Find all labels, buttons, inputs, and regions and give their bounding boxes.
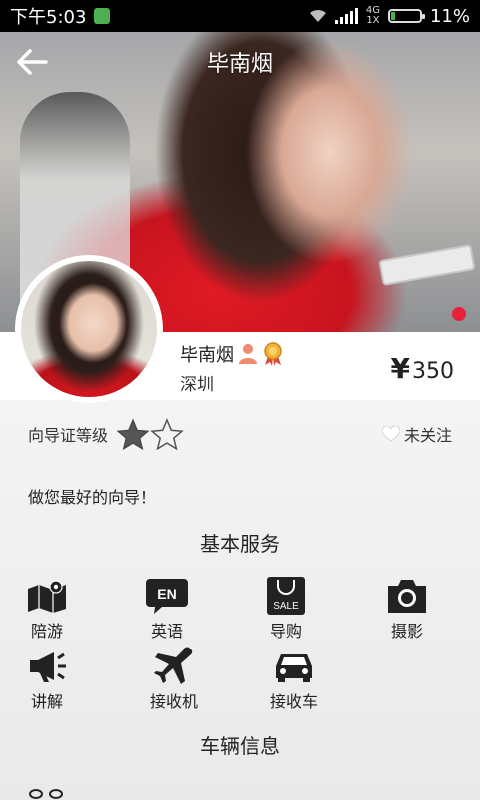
carousel-indicator[interactable] [452, 307, 466, 321]
follow-label: 未关注 [403, 426, 452, 445]
name-row: 毕南烟 [180, 341, 284, 367]
svg-text:EN: EN [157, 586, 176, 602]
camera-icon [386, 576, 428, 616]
signal-icon [334, 8, 358, 24]
basic-services-title: 基本服务 [200, 532, 280, 556]
map-pin-icon [26, 576, 68, 616]
en-bubble-icon: EN [146, 576, 188, 616]
guide-motto: 做您最好的向导！ [28, 488, 157, 507]
avatar-photo [21, 261, 157, 397]
vehicle-icon-partial [29, 789, 63, 799]
battery-icon [387, 9, 425, 23]
back-arrow-icon [17, 49, 48, 75]
status-bar: 下午5:03 4G 1X 11% [0, 0, 480, 32]
service-item-explain[interactable]: 讲解 [0, 646, 97, 712]
star-filled-icon [116, 418, 150, 450]
car-icon [273, 646, 315, 686]
star-empty-icon [150, 418, 184, 450]
person-icon [239, 344, 257, 364]
airplane-icon [153, 646, 195, 686]
android-app-icon [94, 8, 111, 24]
phone-in-photo [378, 244, 476, 286]
service-item-english[interactable]: EN 英语 [117, 576, 217, 642]
follow-button[interactable]: 未关注 [381, 422, 452, 446]
avatar[interactable] [15, 255, 163, 403]
status-time: 下午5:03 [10, 7, 87, 28]
app-bar: 毕南烟 [0, 32, 480, 92]
service-item-photography[interactable]: 摄影 [357, 576, 457, 642]
guide-level-row: 向导证等级 [28, 418, 184, 450]
heart-icon [381, 426, 400, 442]
medal-icon [264, 342, 282, 366]
page-title: 毕南烟 [206, 52, 273, 77]
rating-stars [116, 418, 184, 450]
service-item-accompany[interactable]: 陪游 [0, 576, 97, 642]
price: ¥ 350 [391, 352, 454, 385]
price-value: 350 [412, 359, 454, 384]
guide-level-label: 向导证等级 [28, 426, 109, 445]
service-item-shopping[interactable]: SALE 导购 [236, 576, 336, 642]
back-button[interactable] [12, 44, 52, 80]
service-item-airport-pickup[interactable]: 接收机 [124, 646, 224, 712]
wifi-icon [309, 9, 326, 22]
vehicle-info-title: 车辆信息 [200, 734, 280, 758]
service-item-car-pickup[interactable]: 接收车 [244, 646, 344, 712]
megaphone-icon [26, 646, 68, 686]
network-type: 4G 1X [365, 5, 380, 26]
currency-symbol: ¥ [390, 352, 410, 385]
shopping-bag-icon: SALE [265, 576, 307, 616]
battery-level: 11% [429, 5, 470, 27]
guide-city: 深圳 [180, 375, 214, 395]
guide-name: 毕南烟 [180, 345, 234, 366]
svg-text:SALE: SALE [273, 601, 299, 612]
